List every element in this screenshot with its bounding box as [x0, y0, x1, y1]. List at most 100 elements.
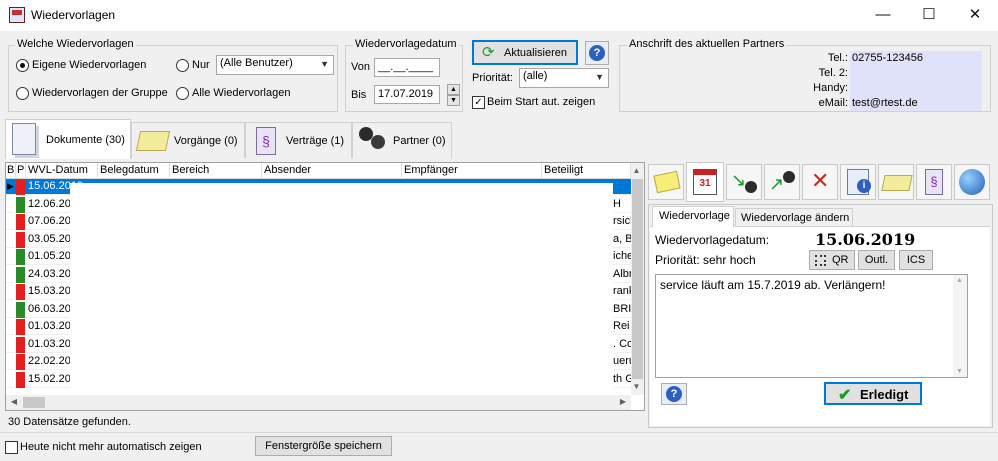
radio-nur[interactable] — [176, 59, 189, 72]
horizontal-scrollbar[interactable]: ◀ ▶ — [6, 395, 631, 410]
minimize-button[interactable]: — — [860, 0, 906, 31]
note-edit-icon[interactable] — [648, 164, 684, 200]
records-found-label: 30 Datensätze gefunden. — [8, 416, 131, 428]
cell-beteiligt: rsicl — [613, 215, 631, 227]
app-icon — [9, 7, 25, 23]
tab-partner-label: Partner (0) — [393, 135, 446, 147]
priority-label: Priorität: — [472, 72, 513, 84]
help-icon: ? — [666, 386, 682, 402]
no-auto-checkbox[interactable] — [5, 441, 18, 454]
date-value: 15.06.2019 — [815, 230, 916, 249]
tab-vertraege-label: Verträge (1) — [286, 135, 345, 147]
von-date-input[interactable]: __.__.____ — [374, 58, 440, 77]
tab-wiedervorlage-aendern-label: Wiedervorlage ändern — [741, 212, 850, 224]
tab-vertraege[interactable]: § Verträge (1) — [245, 122, 352, 158]
cell-beteiligt: ueru — [613, 355, 631, 367]
bottom-divider — [0, 432, 998, 433]
col-wvl-datum[interactable]: WVL-Datum — [26, 163, 98, 179]
note-text: service läuft am 15.7.2019 ab. Verlänger… — [660, 278, 886, 292]
globe-icon[interactable] — [954, 164, 990, 200]
contract-icon[interactable]: § — [916, 164, 952, 200]
autostart-checkbox[interactable]: ✓ — [472, 96, 485, 109]
tel1-field: 02755-123456 — [850, 51, 982, 66]
chevron-down-icon: ▼ — [320, 59, 329, 69]
priority-stripe — [16, 336, 25, 353]
calendar-icon[interactable]: 31 — [686, 162, 724, 202]
tab-dokumente[interactable]: Dokumente (30) — [5, 119, 131, 159]
autostart-label: Beim Start aut. zeigen — [487, 96, 596, 108]
erledigt-label: Erledigt — [860, 387, 909, 402]
filter-group-label: Welche Wiedervorlagen — [15, 38, 136, 50]
note-textarea[interactable]: service läuft am 15.7.2019 ab. Verlänger… — [655, 274, 968, 378]
col-b[interactable]: B — [6, 163, 16, 179]
scroll-down-icon[interactable]: ▼ — [630, 379, 643, 395]
tab-dokumente-label: Dokumente (30) — [46, 134, 125, 146]
handy-field — [850, 81, 982, 96]
maximize-button[interactable]: ☐ — [906, 0, 952, 31]
chevron-down-icon: ▼ — [595, 72, 604, 82]
scroll-thumb[interactable] — [632, 179, 643, 379]
scroll-right-icon[interactable]: ▶ — [615, 394, 631, 410]
tools-icon[interactable]: ✕ — [802, 164, 838, 200]
spin-up-button[interactable]: ▲ — [447, 84, 460, 95]
tab-partner[interactable]: Partner (0) — [352, 122, 452, 158]
radio-gruppe[interactable] — [16, 87, 29, 100]
help-button[interactable]: ? — [585, 41, 609, 65]
cell-beteiligt: a, B — [613, 232, 631, 245]
forward-user-icon[interactable]: ↘ — [726, 164, 762, 200]
ics-button[interactable]: ICS — [899, 250, 933, 270]
tab-wiedervorlage[interactable]: Wiedervorlage — [652, 206, 734, 227]
spin-down-button[interactable]: ▼ — [447, 95, 460, 106]
cell-beteiligt: BRI — [613, 302, 631, 315]
priority-stripe — [16, 231, 25, 248]
tel2-label: Tel. 2: — [818, 67, 848, 79]
close-button[interactable]: ✕ — [952, 0, 998, 31]
priority-stripe — [16, 179, 25, 195]
tab-wiedervorlage-aendern[interactable]: Wiedervorlage ändern — [735, 208, 853, 227]
radio-alle[interactable] — [176, 87, 189, 100]
hscroll-thumb[interactable] — [23, 397, 45, 408]
col-bereich[interactable]: Bereich — [170, 163, 262, 179]
tel2-field — [850, 66, 982, 81]
cell-beteiligt: H — [613, 197, 621, 210]
scroll-left-icon[interactable]: ◀ — [6, 394, 22, 410]
note-scrollbar[interactable]: ▲ ▼ — [953, 275, 967, 377]
cell-beteiligt: iche — [613, 250, 631, 262]
col-pr[interactable]: Pr — [16, 163, 26, 179]
no-auto-label: Heute nicht mehr automatisch zeigen — [20, 441, 202, 453]
partner-group-label: Anschrift des aktuellen Partners — [627, 38, 787, 50]
priority-select[interactable]: (alle) ▼ — [519, 68, 609, 88]
save-size-button[interactable]: Fenstergröße speichern — [255, 436, 392, 456]
qr-label: QR — [832, 254, 849, 266]
scroll-up-icon[interactable]: ▲ — [630, 163, 643, 179]
priority-stripe — [16, 284, 25, 300]
vertical-scrollbar[interactable]: ▲ ▼ — [631, 163, 644, 395]
bis-date-input[interactable]: 17.07.2019 — [374, 85, 440, 104]
info-document-icon[interactable]: i — [840, 164, 876, 200]
email-field: test@rtest.de — [850, 96, 982, 111]
assign-user-icon[interactable]: ↗ — [764, 164, 800, 200]
refresh-button[interactable]: ⟳ Aktualisieren — [472, 40, 578, 65]
tel1-label: Tel.: — [827, 52, 848, 64]
priority-stripe — [16, 371, 25, 388]
col-beteiligt[interactable]: Beteiligt — [542, 163, 631, 179]
radio-nur-label: Nur — [192, 59, 210, 71]
user-select[interactable]: (Alle Benutzer) ▼ — [216, 55, 334, 75]
outlook-button[interactable]: Outl. — [858, 250, 895, 270]
detail-help-button[interactable]: ? — [661, 383, 687, 405]
erledigt-button[interactable]: ✔ Erledigt — [824, 382, 922, 405]
col-absender[interactable]: Absender — [262, 163, 402, 179]
email-label: eMail: — [818, 97, 848, 109]
col-belegdatum[interactable]: Belegdatum — [98, 163, 170, 179]
col-empfaenger[interactable]: Empfänger — [402, 163, 542, 179]
qr-button[interactable]: QR — [809, 250, 855, 270]
radio-alle-label: Alle Wiedervorlagen — [192, 87, 291, 99]
folder-icon[interactable] — [878, 164, 914, 200]
window-title: Wiedervorlagen — [31, 8, 116, 22]
tab-wiedervorlage-label: Wiedervorlage — [659, 210, 730, 222]
tab-vorgaenge[interactable]: Vorgänge (0) — [131, 122, 245, 158]
priority-stripe — [16, 266, 25, 283]
radio-eigene[interactable] — [16, 59, 29, 72]
documents-icon — [12, 123, 36, 155]
refresh-label: Aktualisieren — [504, 47, 567, 59]
